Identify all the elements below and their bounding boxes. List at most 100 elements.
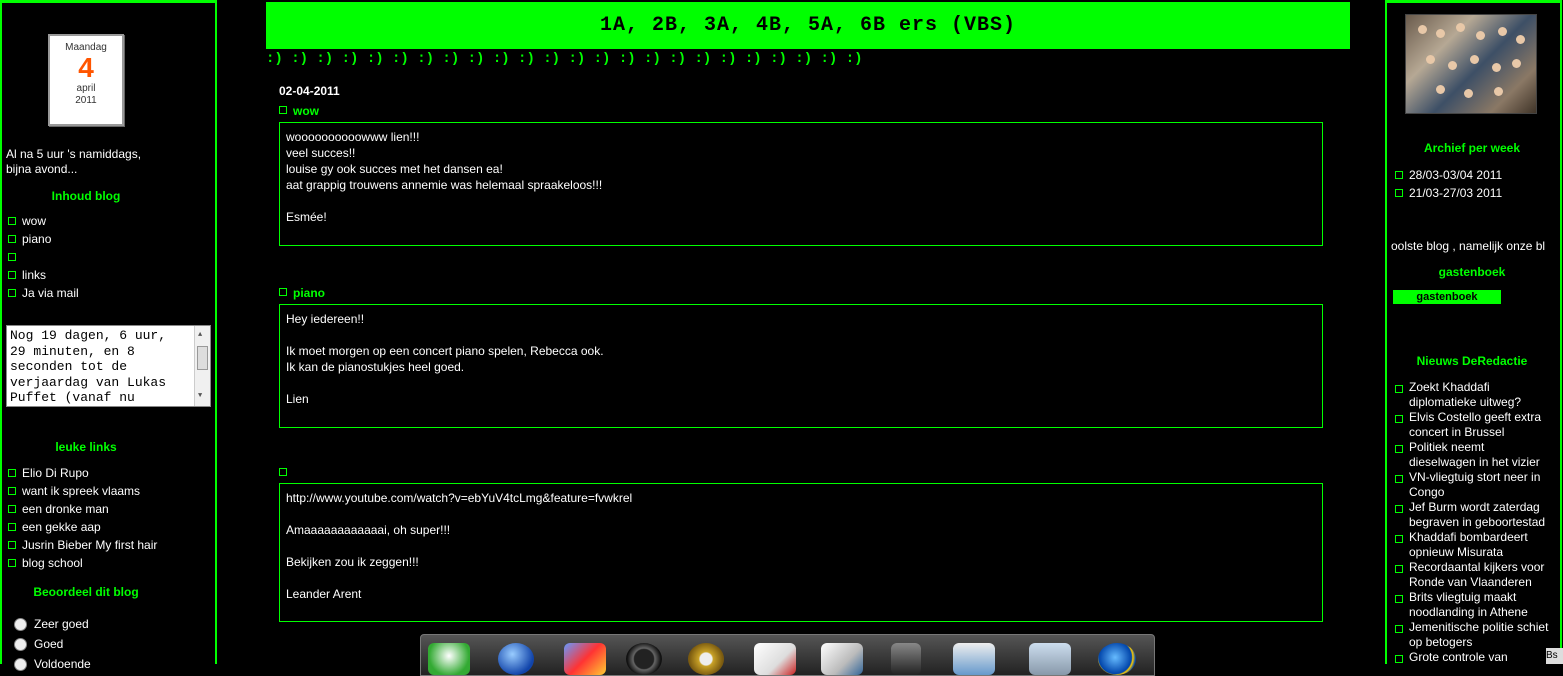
bullet-box-icon bbox=[1395, 565, 1403, 573]
news-item[interactable]: Zoekt Khaddafi diplomatieke uitweg? bbox=[1395, 380, 1550, 410]
news-item[interactable]: VN-vliegtuig stort neer in Congo bbox=[1395, 470, 1550, 500]
bullet-box-icon bbox=[8, 253, 16, 261]
news-item[interactable]: Recordaantal kijkers voor Ronde van Vlaa… bbox=[1395, 560, 1550, 590]
smiley-row: :) :) :) :) :) :) :) :) :) :) :) :) :) :… bbox=[266, 51, 863, 67]
bullet-box-icon bbox=[1395, 171, 1403, 179]
bullet-box-icon bbox=[8, 505, 16, 513]
scroll-thumb[interactable] bbox=[197, 346, 208, 370]
photos-icon[interactable] bbox=[564, 643, 606, 675]
globe-icon[interactable] bbox=[498, 643, 534, 675]
bullet-box-icon bbox=[8, 487, 16, 495]
bullet-box-icon bbox=[8, 289, 16, 297]
internet-explorer-icon[interactable] bbox=[1098, 643, 1136, 675]
bullet-box-icon bbox=[1395, 385, 1403, 393]
marquee-text: oolste blog , namelijk onze bl bbox=[1391, 239, 1546, 253]
rating-option-sufficient[interactable]: Voldoende bbox=[14, 654, 91, 674]
link-item[interactable]: Jusrin Bieber My first hair bbox=[8, 536, 157, 554]
archive-heading: Archief per week bbox=[1423, 141, 1521, 155]
bullet-box-icon bbox=[1395, 445, 1403, 453]
link-item[interactable]: want ik spreek vlaams bbox=[8, 482, 157, 500]
news-item[interactable]: Elvis Costello geeft extra concert in Br… bbox=[1395, 410, 1550, 440]
link-item[interactable]: blog school bbox=[8, 554, 157, 572]
help-icon[interactable] bbox=[953, 643, 995, 675]
links-heading: leuke links bbox=[55, 440, 117, 454]
bullet-box-icon bbox=[1395, 595, 1403, 603]
post-date: 02-04-2011 bbox=[279, 84, 340, 98]
contents-item-mail[interactable]: Ja via mail bbox=[8, 284, 79, 302]
news-item[interactable]: Politiek neemt dieselwagen in het vizier bbox=[1395, 440, 1550, 470]
bullet-box-icon bbox=[1395, 189, 1403, 197]
textarea-scrollbar[interactable]: ▲ ▼ bbox=[194, 326, 210, 406]
radio-button[interactable] bbox=[14, 618, 27, 631]
left-sidebar: Maandag 4 april 2011 Al na 5 uur 's nami… bbox=[0, 0, 217, 671]
contents-item-untitled[interactable] bbox=[8, 248, 79, 266]
mail-app-icon[interactable] bbox=[428, 643, 470, 675]
film-reel-icon[interactable] bbox=[688, 643, 724, 675]
scroll-down-icon[interactable]: ▼ bbox=[198, 389, 202, 405]
main-content: 1A, 2B, 3A, 4B, 5A, 6B ers (VBS) :) :) :… bbox=[217, 0, 1385, 676]
bullet-box-icon bbox=[279, 468, 287, 476]
post-body-piano: Hey iedereen!! Ik moet morgen op een con… bbox=[279, 304, 1323, 428]
app-dock bbox=[420, 634, 1155, 676]
corner-tab[interactable]: Bs bbox=[1546, 648, 1563, 664]
archive-list: 28/03-03/04 2011 21/03-27/03 2011 bbox=[1395, 166, 1502, 202]
calendar-widget: Maandag 4 april 2011 bbox=[48, 34, 124, 126]
lock-icon[interactable] bbox=[891, 643, 921, 675]
class-photo bbox=[1405, 14, 1537, 114]
documents-icon[interactable] bbox=[821, 643, 863, 675]
news-list: Zoekt Khaddafi diplomatieke uitweg? Elvi… bbox=[1395, 380, 1550, 665]
bullet-box-icon bbox=[1395, 655, 1403, 663]
news-item[interactable]: Brits vliegtuig maakt noodlanding in Ath… bbox=[1395, 590, 1550, 620]
bullet-box-icon bbox=[8, 559, 16, 567]
link-item[interactable]: Elio Di Rupo bbox=[8, 464, 157, 482]
radio-button[interactable] bbox=[14, 638, 27, 651]
link-item[interactable]: een gekke aap bbox=[8, 518, 157, 536]
contents-item-links[interactable]: links bbox=[8, 266, 79, 284]
bullet-box-icon bbox=[1395, 625, 1403, 633]
bullet-box-icon bbox=[8, 523, 16, 531]
playing-cards-icon[interactable] bbox=[754, 643, 796, 675]
contents-heading: Inhoud blog bbox=[51, 189, 121, 203]
archive-item[interactable]: 28/03-03/04 2011 bbox=[1395, 166, 1502, 184]
youtube-link[interactable]: http://www.youtube.com/watch?v=ebYuV4tcL… bbox=[286, 490, 1316, 506]
right-sidebar: Archief per week 28/03-03/04 2011 21/03-… bbox=[1385, 0, 1562, 664]
calendar-day: 4 bbox=[78, 52, 94, 83]
blog-title-banner: 1A, 2B, 3A, 4B, 5A, 6B ers (VBS) bbox=[266, 2, 1350, 49]
bullet-box-icon bbox=[279, 106, 287, 114]
link-item[interactable]: een dronke man bbox=[8, 500, 157, 518]
bullet-box-icon bbox=[1395, 475, 1403, 483]
rating-option-very-good[interactable]: Zeer goed bbox=[14, 614, 91, 634]
bullet-box-icon bbox=[8, 271, 16, 279]
news-item[interactable]: Khaddafi bombardeert opnieuw Misurata bbox=[1395, 530, 1550, 560]
birthday-countdown-textarea[interactable]: Nog 19 dagen, 6 uur, 29 minuten, en 8 se… bbox=[6, 325, 211, 407]
news-item[interactable]: Jemenitische politie schiet op betogers bbox=[1395, 620, 1550, 650]
headphones-icon[interactable] bbox=[626, 643, 662, 675]
news-item[interactable]: Grote controle van bbox=[1395, 650, 1550, 665]
guestbook-button[interactable]: gastenboek bbox=[1393, 290, 1501, 304]
rating-options: Zeer goed Goed Voldoende bbox=[14, 614, 91, 674]
calendar-month: april bbox=[76, 83, 96, 94]
bullet-box-icon bbox=[1395, 505, 1403, 513]
post-title-piano[interactable]: piano bbox=[279, 286, 325, 300]
bullet-box-icon bbox=[279, 288, 287, 296]
guestbook-heading: gastenboek bbox=[1438, 265, 1506, 279]
bullet-box-icon bbox=[8, 469, 16, 477]
scroll-up-icon[interactable]: ▲ bbox=[198, 328, 202, 344]
bullet-box-icon bbox=[1395, 535, 1403, 543]
news-item[interactable]: Jef Burm wordt zaterdag begraven in gebo… bbox=[1395, 500, 1550, 530]
trash-icon[interactable] bbox=[1029, 643, 1071, 675]
calendar-year: 2011 bbox=[75, 95, 97, 106]
contents-item-piano[interactable]: piano bbox=[8, 230, 79, 248]
rating-heading: Beoordeel dit blog bbox=[33, 585, 139, 599]
time-of-day-text: Al na 5 uur 's namiddags, bijna avond... bbox=[6, 147, 142, 176]
post-body-wow: woooooooooowww lien!!! veel succes!! lou… bbox=[279, 122, 1323, 246]
contents-item-wow[interactable]: wow bbox=[8, 212, 79, 230]
bullet-box-icon bbox=[8, 217, 16, 225]
bullet-box-icon bbox=[1395, 415, 1403, 423]
rating-option-good[interactable]: Goed bbox=[14, 634, 91, 654]
radio-button[interactable] bbox=[14, 658, 27, 671]
post-body-youtube: http://www.youtube.com/watch?v=ebYuV4tcL… bbox=[279, 483, 1323, 622]
post-title-wow[interactable]: wow bbox=[279, 104, 319, 118]
bullet-box-icon bbox=[8, 235, 16, 243]
archive-item[interactable]: 21/03-27/03 2011 bbox=[1395, 184, 1502, 202]
